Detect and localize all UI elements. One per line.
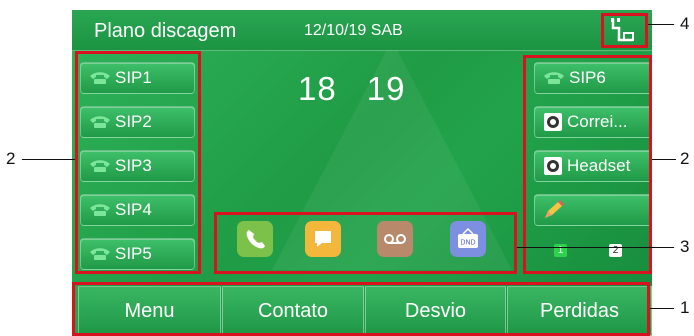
- callout-line-2-right: [652, 159, 676, 160]
- callout-box-2-left: [75, 51, 201, 274]
- callout-number-4: 4: [680, 14, 690, 33]
- date-display: 12/10/19 SAB: [304, 22, 403, 39]
- callout-line-2-left: [22, 159, 75, 160]
- callout-number-1: 1: [680, 298, 690, 317]
- status-bar: Plano discagem 12/10/19 SAB: [72, 10, 652, 51]
- callout-box-4: [601, 13, 648, 48]
- callout-box-1: [72, 282, 650, 336]
- callout-number-2-right: 2: [680, 149, 690, 168]
- clock-minute: 19: [366, 70, 406, 107]
- callout-box-3: [214, 212, 517, 274]
- page-title: Plano discagem: [94, 20, 237, 42]
- callout-line-3: [517, 247, 674, 248]
- callout-number-3: 3: [680, 237, 690, 256]
- callout-number-2-left: 2: [6, 149, 16, 168]
- callout-line-4: [648, 24, 674, 25]
- clock-hour: 18: [298, 70, 337, 107]
- callout-box-2-right: [523, 55, 652, 274]
- clock-display: 18 19: [298, 70, 435, 108]
- callout-line-1: [650, 308, 674, 309]
